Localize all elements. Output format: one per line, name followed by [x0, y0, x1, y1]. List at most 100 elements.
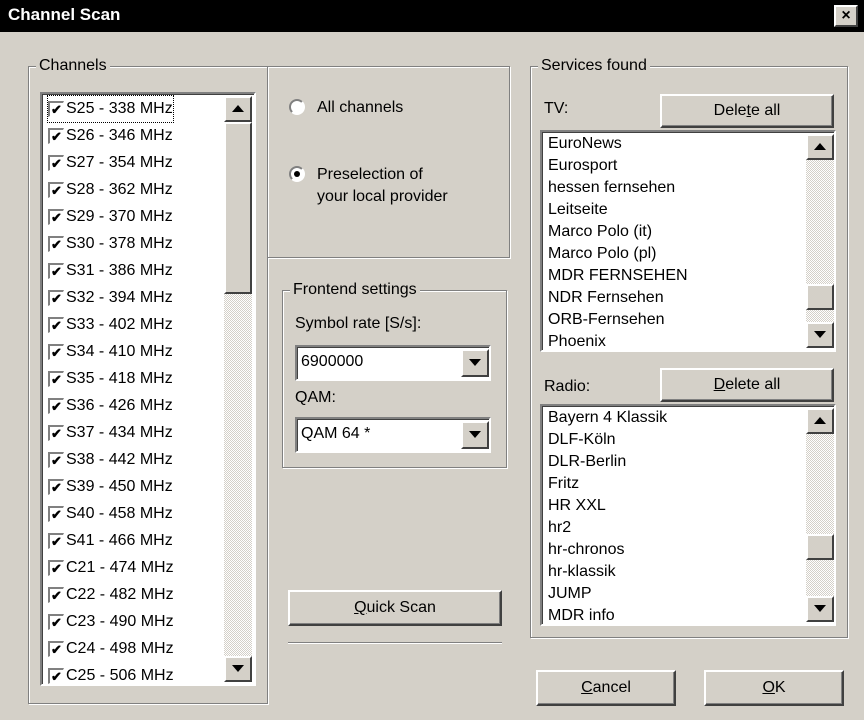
- channel-item[interactable]: ✔ C22 - 482 MHz: [48, 582, 174, 608]
- check-icon: ✔: [51, 426, 62, 441]
- channel-scroll-up-button[interactable]: [224, 96, 252, 122]
- channel-checkbox[interactable]: ✔: [48, 533, 64, 549]
- channel-item[interactable]: ✔ S40 - 458 MHz: [48, 501, 173, 527]
- channel-checkbox[interactable]: ✔: [48, 317, 64, 333]
- channel-item[interactable]: ✔ S32 - 394 MHz: [48, 285, 173, 311]
- radio-scroll-track[interactable]: [806, 434, 834, 596]
- radio-service-item[interactable]: HR XXL: [548, 495, 606, 517]
- channel-item[interactable]: ✔ S27 - 354 MHz: [48, 150, 173, 176]
- channel-checkbox[interactable]: ✔: [48, 182, 64, 198]
- ok-button[interactable]: OK: [704, 670, 844, 706]
- channel-label: C25 - 506 MHz: [66, 667, 174, 684]
- channel-item[interactable]: ✔ S33 - 402 MHz: [48, 312, 173, 338]
- quick-scan-button[interactable]: Quick Scan: [288, 590, 502, 626]
- radio-scroll-down-button[interactable]: [806, 596, 834, 622]
- tv-service-item[interactable]: Eurosport: [548, 155, 617, 177]
- title-bar[interactable]: Channel Scan ×: [0, 0, 864, 32]
- radio-service-item[interactable]: hr-chronos: [548, 539, 624, 561]
- channel-checkbox[interactable]: ✔: [48, 236, 64, 252]
- channel-item[interactable]: ✔ S38 - 442 MHz: [48, 447, 173, 473]
- channel-item[interactable]: ✔ C25 - 506 MHz: [48, 663, 174, 684]
- tv-scroll-up-button[interactable]: [806, 134, 834, 160]
- channel-checkbox[interactable]: ✔: [48, 668, 64, 684]
- ok-label: OK: [762, 679, 786, 696]
- arrow-down-icon: [814, 605, 826, 612]
- tv-delete-all-button[interactable]: Delete all: [660, 94, 834, 128]
- radio-service-item[interactable]: hr2: [548, 517, 571, 539]
- tv-service-item[interactable]: ORB-Fernsehen: [548, 309, 665, 331]
- channel-checkbox[interactable]: ✔: [48, 290, 64, 306]
- tv-service-item[interactable]: EuroNews: [548, 133, 622, 155]
- radio-service-item[interactable]: DLR-Berlin: [548, 451, 626, 473]
- radio-service-item[interactable]: MDR info: [548, 605, 615, 624]
- radio-service-item[interactable]: JUMP: [548, 583, 592, 605]
- symbol-rate-dropdown-button[interactable]: [461, 349, 489, 377]
- qam-value: QAM 64 *: [301, 425, 371, 442]
- radio-services-list[interactable]: Bayern 4 Klassik DLF-Köln DLR-Berlin Fritz H…: [540, 404, 836, 626]
- tv-services-list[interactable]: EuroNews Eurosport hessen fernsehen Leitsei…: [540, 130, 836, 352]
- channel-item[interactable]: ✔ S31 - 386 MHz: [48, 258, 173, 284]
- channel-checkbox[interactable]: ✔: [48, 101, 64, 117]
- channel-checkbox[interactable]: ✔: [48, 641, 64, 657]
- tv-scroll-down-button[interactable]: [806, 322, 834, 348]
- channel-item[interactable]: ✔ S26 - 346 MHz: [48, 123, 173, 149]
- qam-dropdown-button[interactable]: [461, 421, 489, 449]
- channel-item[interactable]: ✔ C24 - 498 MHz: [48, 636, 174, 662]
- channel-checkbox[interactable]: ✔: [48, 398, 64, 414]
- arrow-down-icon: [469, 359, 481, 366]
- radio-delete-all-button[interactable]: Delete all: [660, 368, 834, 402]
- channel-item[interactable]: ✔ S29 - 370 MHz: [48, 204, 173, 230]
- all-channels-radio[interactable]: [289, 99, 305, 115]
- radio-service-item[interactable]: DLF-Köln: [548, 429, 616, 451]
- channel-item[interactable]: ✔ S34 - 410 MHz: [48, 339, 173, 365]
- channel-checkbox[interactable]: ✔: [48, 371, 64, 387]
- channel-checkbox[interactable]: ✔: [48, 344, 64, 360]
- check-icon: ✔: [51, 291, 62, 306]
- channel-scroll-down-button[interactable]: [224, 656, 252, 682]
- channel-list[interactable]: ✔ S25 - 338 MHz ✔ S26 - 346 MHz ✔ S27 - 354 M…: [40, 92, 256, 686]
- channel-scroll-thumb[interactable]: [224, 122, 252, 294]
- tv-scroll-thumb[interactable]: [806, 284, 834, 310]
- cancel-button[interactable]: Cancel: [536, 670, 676, 706]
- channel-item[interactable]: ✔ S35 - 418 MHz: [48, 366, 173, 392]
- channel-checkbox[interactable]: ✔: [48, 155, 64, 171]
- preselection-radio[interactable]: [289, 166, 305, 182]
- channel-label: S31 - 386 MHz: [66, 262, 173, 279]
- radio-service-item[interactable]: hr-klassik: [548, 561, 616, 583]
- channel-checkbox[interactable]: ✔: [48, 560, 64, 576]
- tv-service-item[interactable]: NDR Fernsehen: [548, 287, 664, 309]
- tv-service-item[interactable]: Phoenix: [548, 331, 606, 350]
- channel-item[interactable]: ✔ S28 - 362 MHz: [48, 177, 173, 203]
- qam-combo[interactable]: QAM 64 *: [295, 417, 491, 453]
- close-button[interactable]: ×: [834, 5, 858, 27]
- radio-service-item[interactable]: Fritz: [548, 473, 579, 495]
- channel-checkbox[interactable]: ✔: [48, 452, 64, 468]
- radio-service-item[interactable]: Bayern 4 Klassik: [548, 407, 667, 429]
- channel-checkbox[interactable]: ✔: [48, 425, 64, 441]
- preselection-label-line2: your local provider: [317, 188, 448, 205]
- channel-checkbox[interactable]: ✔: [48, 263, 64, 279]
- radio-scroll-thumb[interactable]: [806, 534, 834, 560]
- channel-item[interactable]: ✔ C21 - 474 MHz: [48, 555, 174, 581]
- channel-item[interactable]: ✔ S37 - 434 MHz: [48, 420, 173, 446]
- channel-checkbox[interactable]: ✔: [48, 614, 64, 630]
- channel-item[interactable]: ✔ S41 - 466 MHz: [48, 528, 173, 554]
- channel-item[interactable]: ✔ S25 - 338 MHz: [47, 95, 174, 123]
- tv-service-item[interactable]: Leitseite: [548, 199, 608, 221]
- channel-checkbox[interactable]: ✔: [48, 128, 64, 144]
- channel-checkbox[interactable]: ✔: [48, 479, 64, 495]
- radio-scroll-up-button[interactable]: [806, 408, 834, 434]
- channel-checkbox[interactable]: ✔: [48, 209, 64, 225]
- symbol-rate-combo[interactable]: 6900000: [295, 345, 491, 381]
- tv-service-item[interactable]: Marco Polo (it): [548, 221, 652, 243]
- channel-checkbox[interactable]: ✔: [48, 506, 64, 522]
- channel-item[interactable]: ✔ S39 - 450 MHz: [48, 474, 173, 500]
- channel-checkbox[interactable]: ✔: [48, 587, 64, 603]
- channel-item[interactable]: ✔ S30 - 378 MHz: [48, 231, 173, 257]
- tv-service-item[interactable]: hessen fernsehen: [548, 177, 675, 199]
- channel-item[interactable]: ✔ C23 - 490 MHz: [48, 609, 174, 635]
- check-icon: ✔: [51, 642, 62, 657]
- tv-service-item[interactable]: MDR FERNSEHEN: [548, 265, 688, 287]
- tv-service-item[interactable]: Marco Polo (pl): [548, 243, 656, 265]
- channel-item[interactable]: ✔ S36 - 426 MHz: [48, 393, 173, 419]
